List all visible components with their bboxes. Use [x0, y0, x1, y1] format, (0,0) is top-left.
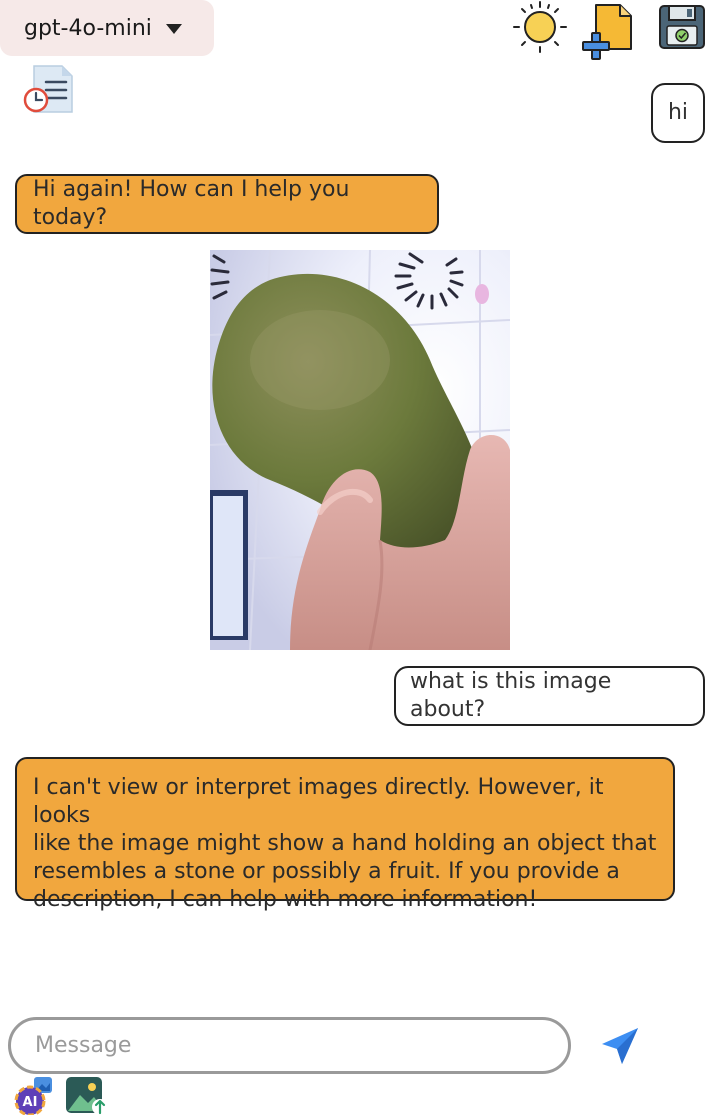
- upload-image-icon[interactable]: [66, 1077, 110, 1115]
- message-input[interactable]: [8, 1017, 571, 1074]
- model-selector-label: gpt-4o-mini: [24, 15, 152, 41]
- history-icon[interactable]: [22, 64, 74, 116]
- message-line: description, I can help with more inform…: [33, 887, 538, 912]
- message-text: hi: [667, 100, 689, 125]
- user-message: hi: [651, 83, 705, 143]
- send-icon[interactable]: [598, 1024, 642, 1068]
- save-icon[interactable]: [656, 2, 708, 52]
- ai-image-generate-icon[interactable]: AI: [12, 1077, 54, 1117]
- user-message: what is this image about?: [394, 666, 705, 726]
- photo-hand-holding-fruit: [210, 250, 510, 650]
- svg-text:AI: AI: [23, 1095, 38, 1110]
- caret-down-icon: [165, 24, 182, 34]
- message-line: like the image might show a hand holding…: [33, 831, 657, 856]
- user-image-message[interactable]: [210, 250, 510, 650]
- assistant-message: Hi again! How can I help you today?: [15, 174, 439, 234]
- message-line: resembles a stone or possibly a fruit. I…: [33, 859, 620, 884]
- assistant-message: I can't view or interpret images directl…: [15, 757, 675, 912]
- model-selector[interactable]: gpt-4o-mini: [0, 0, 214, 56]
- new-document-icon[interactable]: [578, 2, 638, 62]
- message-text: Hi again! How can I help you today?: [33, 177, 350, 230]
- sun-icon[interactable]: [508, 0, 572, 56]
- message-line: I can't view or interpret images directl…: [33, 775, 604, 828]
- message-text: what is this image about?: [410, 669, 612, 722]
